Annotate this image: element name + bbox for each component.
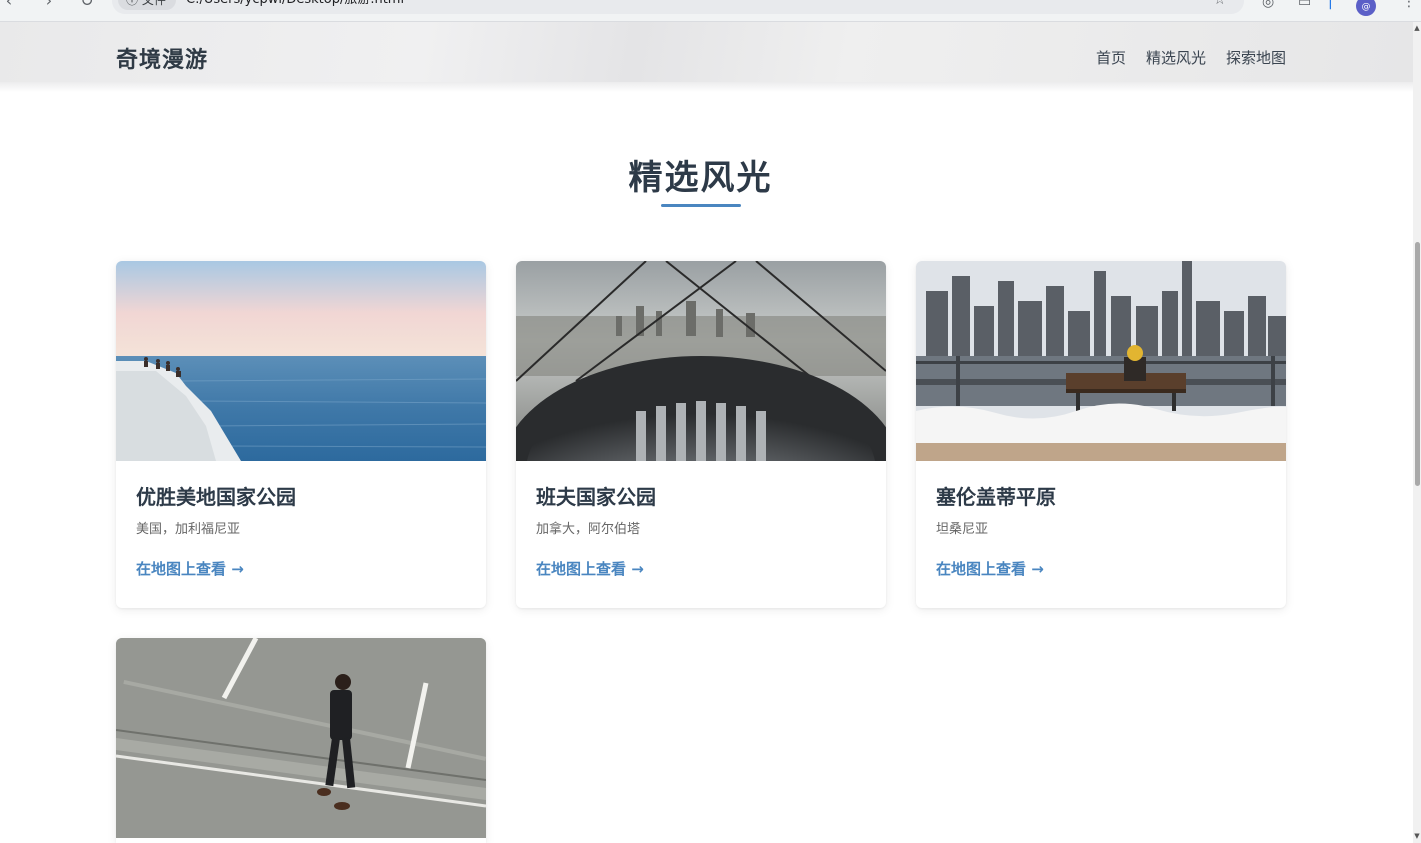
tab-search-icon[interactable]: | [1328, 0, 1333, 10]
card-image-coastal-cliff [116, 261, 486, 461]
scroll-down-icon[interactable]: ▼ [1413, 832, 1421, 840]
nav-explore-map[interactable]: 探索地图 [1226, 47, 1286, 68]
view-on-map-link[interactable]: 在地图上查看 → [536, 559, 644, 579]
section-title: 精选风光 [628, 158, 773, 198]
destination-card[interactable]: 优胜美地国家公园 美国，加利福尼亚 在地图上查看 → [116, 261, 486, 608]
card-location: 美国，加利福尼亚 [136, 522, 241, 537]
view-on-map-link[interactable]: 在地图上查看 → [936, 559, 1044, 579]
site-logo[interactable]: 奇境漫游 [116, 42, 208, 74]
scroll-up-icon[interactable]: ▲ [1413, 24, 1421, 32]
card-image-observation-deck [516, 261, 886, 461]
view-on-map-link[interactable]: 在地图上查看 → [136, 559, 244, 579]
site-header: 奇境漫游 首页 精选风光 探索地图 [0, 22, 1413, 92]
url-text[interactable]: C:/Users/ycpwl/Desktop/旅游.html [186, 0, 404, 8]
nav-home[interactable]: 首页 [1096, 47, 1126, 68]
site-info-chip[interactable]: ⓘ 文件 [118, 0, 176, 10]
nav-featured[interactable]: 精选风光 [1146, 47, 1206, 68]
back-icon[interactable]: ‹ [0, 0, 18, 10]
profile-avatar[interactable]: @ [1356, 0, 1376, 16]
destination-card[interactable]: 班夫国家公园 加拿大，阿尔伯塔 在地图上查看 → [516, 261, 886, 608]
scrollbar-thumb[interactable] [1415, 242, 1420, 486]
card-location: 坦桑尼亚 [936, 522, 989, 537]
main-nav: 首页 精选风光 探索地图 [1096, 47, 1286, 68]
card-title: 塞伦盖蒂平原 [936, 485, 1056, 509]
title-underline [661, 204, 741, 207]
destination-card[interactable]: 塞伦盖蒂平原 坦桑尼亚 在地图上查看 → [916, 261, 1286, 608]
address-bar[interactable]: ⓘ 文件 C:/Users/ycpwl/Desktop/旅游.html ☆ [112, 0, 1244, 14]
card-title: 班夫国家公园 [536, 485, 656, 509]
card-image-man-walking [116, 638, 486, 838]
forward-icon[interactable]: › [40, 0, 58, 10]
menu-kebab-icon[interactable]: ⋮ [1402, 0, 1416, 10]
browser-toolbar: ‹ › ↻ ⓘ 文件 C:/Users/ycpwl/Desktop/旅游.htm… [0, 0, 1421, 22]
card-title: 优胜美地国家公园 [136, 485, 296, 509]
security-label: 文件 [141, 0, 166, 7]
destination-card[interactable] [116, 638, 486, 843]
reload-icon[interactable]: ↻ [78, 0, 96, 10]
card-image-skyline-bench [916, 261, 1286, 461]
extension-icon[interactable]: ◎ [1262, 0, 1274, 10]
downloads-icon[interactable]: ▭ [1298, 0, 1311, 10]
bookmark-star-icon[interactable]: ☆ [1213, 0, 1226, 8]
card-location: 加拿大，阿尔伯塔 [536, 522, 641, 537]
